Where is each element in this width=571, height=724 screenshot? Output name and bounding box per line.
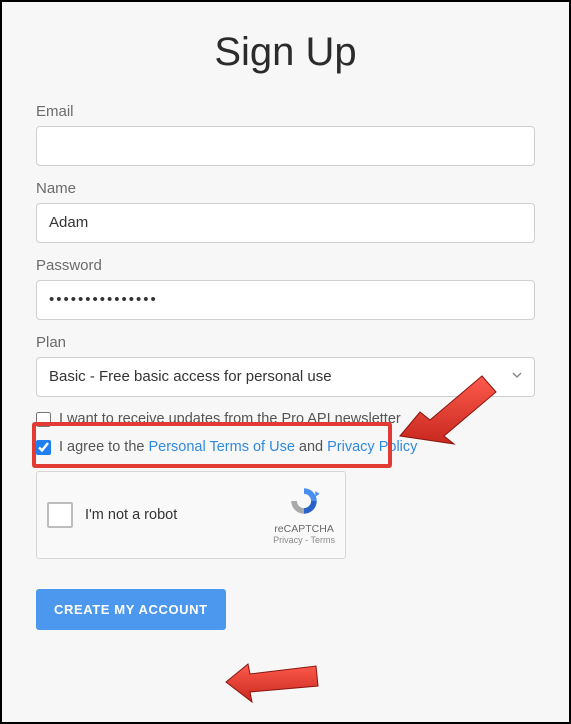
recaptcha-label: I'm not a robot: [85, 507, 261, 523]
email-input[interactable]: [36, 126, 535, 166]
create-account-button[interactable]: Create My Account: [36, 589, 226, 630]
field-password: Password: [36, 257, 535, 320]
field-email: Email: [36, 103, 535, 166]
signup-panel: Sign Up Email Name Password Plan Basic -…: [0, 0, 571, 724]
recaptcha-checkbox[interactable]: [47, 502, 73, 528]
page-title: Sign Up: [36, 30, 535, 75]
annotation-arrow-submit: [224, 654, 322, 706]
plan-label: Plan: [36, 334, 535, 351]
recaptcha-brand: reCAPTCHA Privacy - Terms: [273, 484, 335, 546]
newsletter-row: I want to receive updates from the Pro A…: [36, 411, 535, 427]
terms-checkbox[interactable]: [36, 440, 51, 455]
field-plan: Plan Basic - Free basic access for perso…: [36, 334, 535, 397]
terms-prefix: I agree to the: [59, 439, 148, 455]
newsletter-label: I want to receive updates from the Pro A…: [59, 411, 401, 427]
password-input[interactable]: [36, 280, 535, 320]
terms-label: I agree to the Personal Terms of Use and…: [59, 439, 417, 455]
privacy-policy-link[interactable]: Privacy Policy: [327, 439, 417, 455]
terms-row: I agree to the Personal Terms of Use and…: [36, 439, 535, 455]
terms-of-use-link[interactable]: Personal Terms of Use: [148, 439, 294, 455]
name-label: Name: [36, 180, 535, 197]
newsletter-checkbox[interactable]: [36, 412, 51, 427]
name-input[interactable]: [36, 203, 535, 243]
terms-connector: and: [295, 439, 327, 455]
plan-select[interactable]: Basic - Free basic access for personal u…: [36, 357, 535, 397]
recaptcha-sep: -: [303, 535, 311, 545]
recaptcha-widget: I'm not a robot reCAPTCHA Privacy - Term…: [36, 471, 346, 559]
recaptcha-icon: [287, 484, 321, 518]
recaptcha-privacy-link[interactable]: Privacy: [273, 535, 303, 545]
recaptcha-brand-text: reCAPTCHA: [273, 523, 335, 536]
recaptcha-terms-link[interactable]: Terms: [311, 535, 336, 545]
field-name: Name: [36, 180, 535, 243]
password-label: Password: [36, 257, 535, 274]
email-label: Email: [36, 103, 535, 120]
